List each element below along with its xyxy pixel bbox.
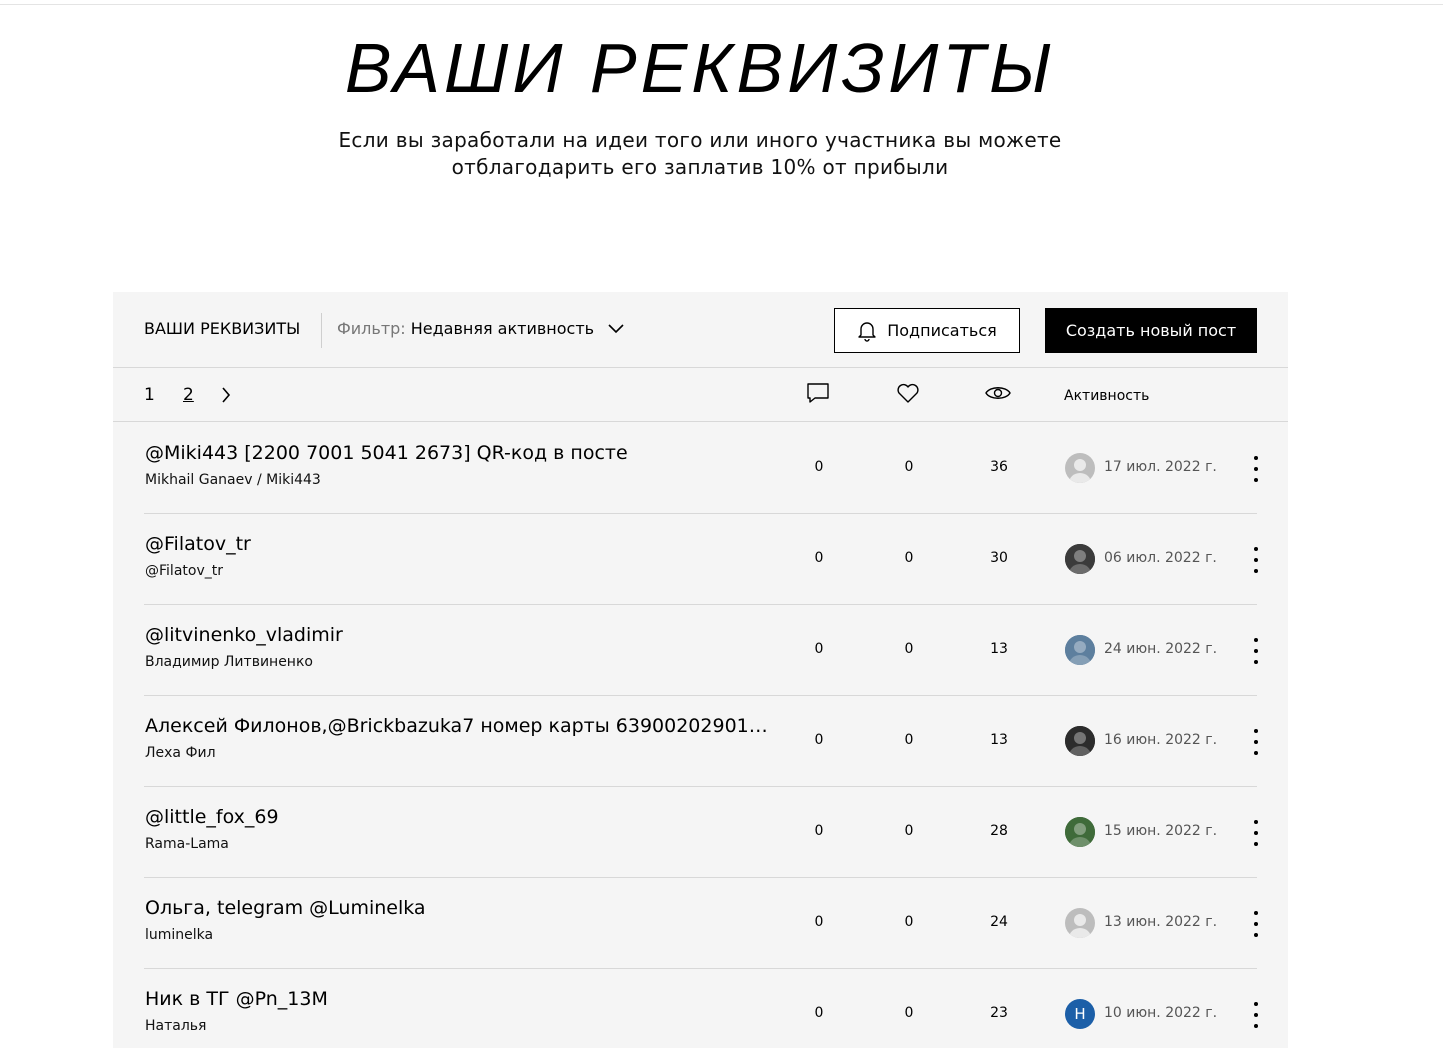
user-photo — [1065, 726, 1095, 756]
forum-header: ВАШИ РЕКВИЗИТЫ Фильтр: Недавняя активнос… — [113, 292, 1288, 368]
list-subheader: 1 2 Активность — [113, 369, 1288, 422]
chevron-right-icon[interactable] — [221, 387, 231, 403]
top-divider — [0, 4, 1443, 5]
post-author[interactable]: luminelka — [145, 927, 213, 943]
user-silhouette-icon — [1069, 459, 1091, 483]
comment-count: 0 — [814, 641, 824, 657]
post-row[interactable]: @little_fox_69 Rama-Lama 0 0 28 15 июн. … — [144, 787, 1258, 878]
more-vertical-icon[interactable] — [1242, 547, 1270, 573]
post-author[interactable]: @Filatov_tr — [145, 563, 223, 579]
activity-date: 10 июн. 2022 г. — [1104, 1005, 1218, 1021]
comment-count: 0 — [814, 550, 824, 566]
page-title: ВАШИ РЕКВИЗИТЫ — [344, 29, 1056, 107]
subtitle-line-1: Если вы заработали на идеи того или иног… — [338, 128, 1062, 152]
post-row[interactable]: @Miki443 [2200 7001 5041 2673] QR-код в … — [144, 423, 1258, 514]
comment-count: 0 — [814, 914, 824, 930]
avatar[interactable] — [1065, 726, 1095, 756]
create-post-button[interactable]: Создать новый пост — [1045, 308, 1257, 353]
activity-date: 15 июн. 2022 г. — [1104, 823, 1218, 839]
post-title[interactable]: @Filatov_tr — [145, 533, 770, 555]
post-title[interactable]: @Miki443 [2200 7001 5041 2673] QR-код в … — [145, 442, 770, 464]
post-list: @Miki443 [2200 7001 5041 2673] QR-код в … — [113, 423, 1288, 1048]
bell-icon — [857, 320, 877, 342]
avatar[interactable] — [1065, 635, 1095, 665]
more-vertical-icon[interactable] — [1242, 911, 1270, 937]
more-vertical-icon[interactable] — [1242, 729, 1270, 755]
user-photo — [1065, 544, 1095, 574]
post-title[interactable]: Ольга, telegram @Luminelka — [145, 897, 770, 919]
like-count: 0 — [904, 641, 914, 657]
post-title[interactable]: Алексей Филонов,@Brickbazuka7 номер карт… — [145, 715, 770, 737]
view-count: 13 — [990, 641, 1008, 657]
activity-column-header: Активность — [1064, 388, 1150, 404]
activity-date: 06 июл. 2022 г. — [1104, 550, 1217, 566]
page-2-link[interactable]: 2 — [183, 385, 194, 405]
page-subtitle: Если вы заработали на идеи того или иног… — [0, 127, 1400, 181]
activity-date: 24 июн. 2022 г. — [1104, 641, 1218, 657]
category-name[interactable]: ВАШИ РЕКВИЗИТЫ — [144, 319, 300, 338]
more-vertical-icon[interactable] — [1242, 1002, 1270, 1028]
post-author[interactable]: Леха Фил — [145, 745, 216, 761]
heart-icon — [895, 382, 921, 406]
more-vertical-icon[interactable] — [1242, 820, 1270, 846]
post-author[interactable]: Владимир Литвиненко — [145, 654, 313, 670]
more-vertical-icon[interactable] — [1242, 638, 1270, 664]
post-title[interactable]: @litvinenko_vladimir — [145, 624, 770, 646]
like-count: 0 — [904, 914, 914, 930]
post-row[interactable]: Алексей Филонов,@Brickbazuka7 номер карт… — [144, 696, 1258, 787]
avatar[interactable] — [1065, 817, 1095, 847]
avatar-initial: Н — [1074, 1005, 1086, 1023]
post-row[interactable]: @Filatov_tr @Filatov_tr 0 0 30 06 июл. 2… — [144, 514, 1258, 605]
subscribe-label: Подписаться — [887, 321, 997, 340]
comment-count: 0 — [814, 1005, 824, 1021]
view-count: 23 — [990, 1005, 1008, 1021]
post-title[interactable]: @little_fox_69 — [145, 806, 770, 828]
filter-label: Фильтр: — [337, 319, 406, 338]
user-photo — [1065, 635, 1095, 665]
comment-icon — [805, 382, 831, 406]
filter-value: Недавняя активность — [410, 319, 595, 338]
user-photo — [1065, 817, 1095, 847]
view-count: 30 — [990, 550, 1008, 566]
chevron-down-icon — [608, 319, 624, 338]
comment-count: 0 — [814, 823, 824, 839]
like-count: 0 — [904, 732, 914, 748]
activity-date: 13 июн. 2022 г. — [1104, 914, 1218, 930]
post-row[interactable]: Ольга, telegram @Luminelka luminelka 0 0… — [144, 878, 1258, 969]
post-title[interactable]: Ник в ТГ @Pn_13M — [145, 988, 770, 1010]
like-count: 0 — [904, 823, 914, 839]
like-count: 0 — [904, 459, 914, 475]
view-count: 24 — [990, 914, 1008, 930]
view-count: 13 — [990, 732, 1008, 748]
more-vertical-icon[interactable] — [1242, 456, 1270, 482]
view-count: 28 — [990, 823, 1008, 839]
post-author[interactable]: Mikhail Ganaev / Miki443 — [145, 472, 321, 488]
page-1-link[interactable]: 1 — [144, 385, 155, 405]
eye-icon — [985, 382, 1011, 406]
post-row[interactable]: Ник в ТГ @Pn_13M Наталья 0 0 23 Н 10 июн… — [144, 969, 1258, 1048]
avatar[interactable] — [1065, 544, 1095, 574]
post-author[interactable]: Rama-Lama — [145, 836, 229, 852]
subscribe-button[interactable]: Подписаться — [834, 308, 1020, 353]
avatar[interactable] — [1065, 453, 1095, 483]
header-divider — [321, 313, 322, 348]
comment-count: 0 — [814, 732, 824, 748]
view-count: 36 — [990, 459, 1008, 475]
avatar[interactable]: Н — [1065, 999, 1095, 1029]
subtitle-line-2: отблагодарить его заплатив 10% от прибыл… — [451, 155, 949, 179]
post-row[interactable]: @litvinenko_vladimir Владимир Литвиненко… — [144, 605, 1258, 696]
post-author[interactable]: Наталья — [145, 1018, 206, 1034]
user-silhouette-icon — [1069, 914, 1091, 938]
filter-dropdown[interactable]: Фильтр: Недавняя активность — [337, 319, 624, 338]
activity-date: 16 июн. 2022 г. — [1104, 732, 1218, 748]
avatar[interactable] — [1065, 908, 1095, 938]
forum-category-panel: ВАШИ РЕКВИЗИТЫ Фильтр: Недавняя активнос… — [113, 292, 1288, 1048]
like-count: 0 — [904, 1005, 914, 1021]
like-count: 0 — [904, 550, 914, 566]
activity-date: 17 июл. 2022 г. — [1104, 459, 1217, 475]
comment-count: 0 — [814, 459, 824, 475]
